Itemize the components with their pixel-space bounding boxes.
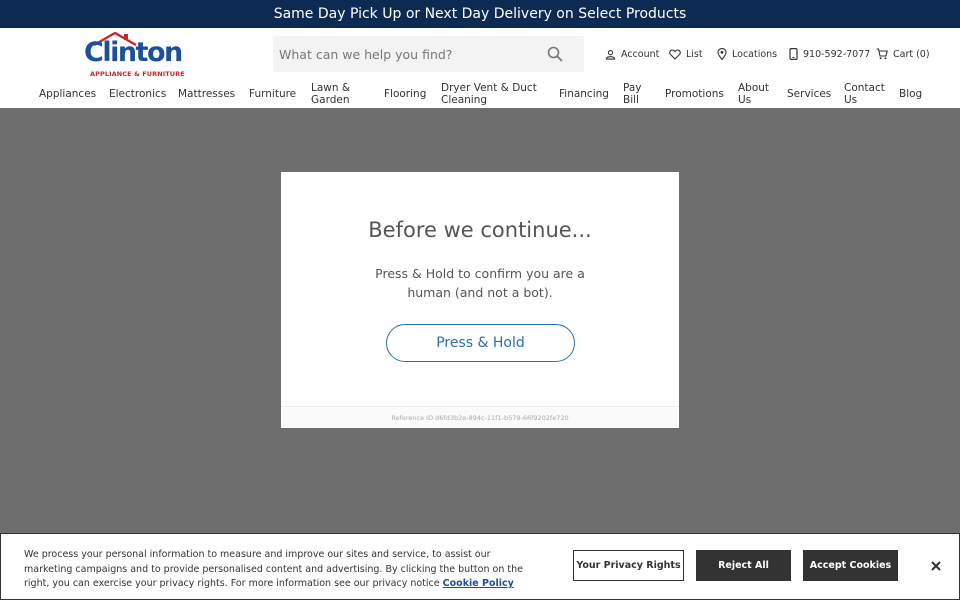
reject-all-button[interactable]: Reject All (696, 550, 791, 581)
accept-cookies-button[interactable]: Accept Cookies (803, 550, 898, 581)
search-icon[interactable] (546, 45, 564, 63)
cart-label: Cart (0) (893, 48, 930, 60)
nav-item-about-us[interactable]: About Us (738, 80, 774, 108)
nav-item-services[interactable]: Services (787, 80, 831, 108)
promo-text: Same Day Pick Up or Next Day Delivery on… (273, 6, 687, 22)
nav-item-blog[interactable]: Blog (899, 80, 922, 108)
close-icon[interactable] (927, 557, 945, 575)
dialog-title: Before we continue... (368, 218, 592, 242)
privacy-rights-button[interactable]: Your Privacy Rights (573, 550, 684, 581)
site-header: Clinton APPLIANCE & FURNITURE Account Li… (0, 28, 960, 108)
nav-item-mattresses[interactable]: Mattresses (178, 80, 235, 108)
cart-link[interactable]: Cart (0) (876, 46, 930, 62)
site-logo[interactable]: Clinton APPLIANCE & FURNITURE (84, 32, 185, 78)
nav-item-appliances[interactable]: Appliances (39, 80, 96, 108)
logo-wordmark: Clinton (84, 37, 183, 68)
cookie-message: We process your personal information to … (24, 548, 534, 592)
phone-icon (789, 48, 798, 60)
account-link[interactable]: Account (605, 46, 659, 62)
user-icon (605, 49, 616, 60)
account-label: Account (621, 48, 660, 60)
main-nav: Appliances Electronics Mattresses Furnit… (0, 80, 960, 108)
locations-label: Locations (732, 48, 778, 60)
cart-icon (876, 48, 888, 60)
heart-icon (669, 48, 681, 60)
list-label: List (686, 48, 703, 60)
search-input[interactable] (273, 36, 541, 72)
nav-item-promotions[interactable]: Promotions (665, 80, 724, 108)
location-pin-icon (717, 48, 727, 60)
nav-item-dryer-vent[interactable]: Dryer Vent & Duct Cleaning (441, 80, 541, 108)
phone-number: 910-592-7077 (803, 48, 871, 60)
nav-item-electronics[interactable]: Electronics (109, 80, 166, 108)
nav-item-lawn-garden[interactable]: Lawn & Garden (311, 80, 363, 108)
nav-item-financing[interactable]: Financing (559, 80, 609, 108)
promo-banner: Same Day Pick Up or Next Day Delivery on… (0, 0, 960, 28)
phone-link[interactable]: 910-592-7077 (789, 46, 870, 62)
locations-link[interactable]: Locations (717, 46, 777, 62)
dialog-message: Press & Hold to confirm you are a human … (375, 266, 585, 300)
nav-item-contact-us[interactable]: Contact Us (844, 80, 890, 108)
cookie-policy-link[interactable]: Cookie Policy (443, 578, 514, 589)
cookie-banner: We process your personal information to … (0, 533, 960, 600)
search-bar (273, 36, 584, 72)
nav-item-pay-bill[interactable]: Pay Bill (623, 80, 653, 108)
nav-item-flooring[interactable]: Flooring (384, 80, 426, 108)
reference-id: Reference ID d6fd3b2e-894c-11f1-b579-66f… (281, 406, 679, 428)
list-link[interactable]: List (669, 46, 703, 62)
logo-tagline: APPLIANCE & FURNITURE (90, 70, 185, 78)
nav-item-furniture[interactable]: Furniture (249, 80, 296, 108)
press-and-hold-button[interactable]: Press & Hold (386, 324, 575, 362)
bot-check-dialog: Before we continue... Press & Hold to co… (281, 172, 679, 428)
